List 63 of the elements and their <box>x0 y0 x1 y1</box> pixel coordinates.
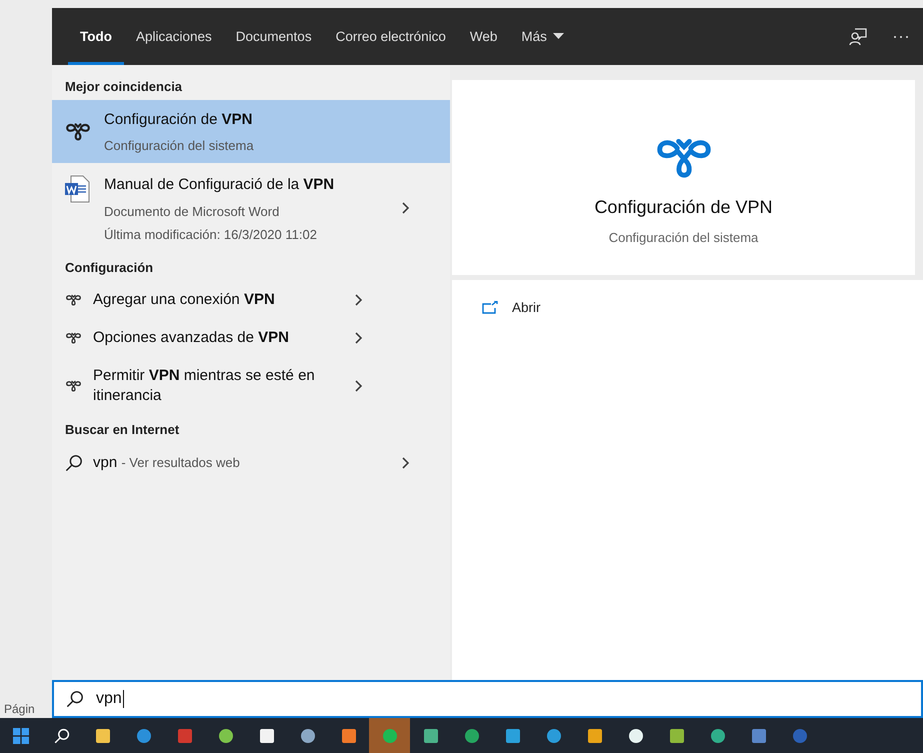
result-item[interactable]: Configuración de VPN Configuración del sistema <box>52 100 450 164</box>
result-title: Configuración de VPN <box>104 110 254 130</box>
result-title: Opciones avanzadas de VPN <box>93 328 290 348</box>
preview-subtitle: Configuración del sistema <box>608 230 758 245</box>
app-icon <box>546 728 562 744</box>
chevron-icon <box>355 294 363 306</box>
app-icon <box>340 728 356 744</box>
result-item[interactable]: Permitir VPN mientras se esté en itinerancia <box>52 357 450 416</box>
app-icon <box>628 728 644 744</box>
result-item[interactable]: Manual de Configuració de la VPN Documento de Microsoft Word Última modificación: 16/3/2020 11:02 <box>52 163 450 254</box>
result-title: vpn - Ver resultados web <box>93 452 241 472</box>
more-icon[interactable] <box>893 34 909 38</box>
app-icon <box>218 728 234 744</box>
filter-tab[interactable]: Documentos <box>224 8 324 65</box>
app-icon <box>382 728 398 744</box>
app-icon <box>464 728 480 744</box>
vpn-icon <box>66 122 90 142</box>
result-detail: Última modificación: 16/3/2020 11:02 <box>104 226 318 242</box>
filter-tab[interactable]: Web <box>458 8 510 65</box>
app-icon <box>176 728 192 744</box>
feedback-icon[interactable] <box>849 28 867 46</box>
app-icon <box>668 728 684 744</box>
vpn-icon <box>66 380 81 392</box>
open-icon <box>482 301 498 314</box>
app-icon <box>300 728 316 744</box>
search-field[interactable]: vpn <box>52 680 923 718</box>
result-item[interactable]: vpn - Ver resultados web <box>52 442 450 483</box>
preview-title: Configuración de VPN <box>594 197 773 218</box>
open-action[interactable]: Abrir <box>482 300 893 315</box>
app-icon <box>750 728 766 744</box>
windows-icon <box>12 728 28 744</box>
background-text: Págin <box>3 702 36 716</box>
vpn-icon <box>66 332 81 344</box>
section-heading: Buscar en Internet <box>64 420 180 438</box>
app-icon <box>504 728 520 744</box>
result-title: Manual de Configuració de la VPN <box>104 175 336 196</box>
filter-tab[interactable]: Aplicaciones <box>124 8 224 65</box>
result-item[interactable]: Opciones avanzadas de VPN <box>52 318 450 357</box>
app-icon <box>586 728 602 744</box>
document-icon <box>64 175 90 204</box>
chevron-icon <box>355 332 363 344</box>
search-icon <box>66 690 84 708</box>
result-subtitle: Configuración del sistema <box>104 138 255 154</box>
section-heading: Configuración <box>64 258 154 277</box>
result-title: Permitir VPN mientras se esté en itinerancia <box>93 366 316 406</box>
app-icon <box>792 728 808 744</box>
filter-tab[interactable]: Más <box>509 8 576 65</box>
chevron-icon <box>355 380 363 392</box>
app-icon <box>422 728 438 744</box>
filter-tab[interactable]: Correo electrónico <box>324 8 458 65</box>
result-title: Agregar una conexión VPN <box>93 290 276 310</box>
chevron-icon <box>402 202 410 214</box>
search-icon <box>54 728 70 744</box>
app-icon <box>94 728 110 744</box>
vpn-icon <box>66 294 81 306</box>
section-heading: Mejor coincidencia <box>64 78 184 96</box>
search-icon <box>65 454 83 472</box>
app-icon <box>710 728 726 744</box>
result-subtitle: Documento de Microsoft Word <box>104 204 280 218</box>
result-item[interactable]: Agregar una conexión VPN <box>52 280 450 319</box>
chevron-icon <box>402 456 410 469</box>
app-icon <box>258 728 274 744</box>
app-icon <box>136 728 152 744</box>
